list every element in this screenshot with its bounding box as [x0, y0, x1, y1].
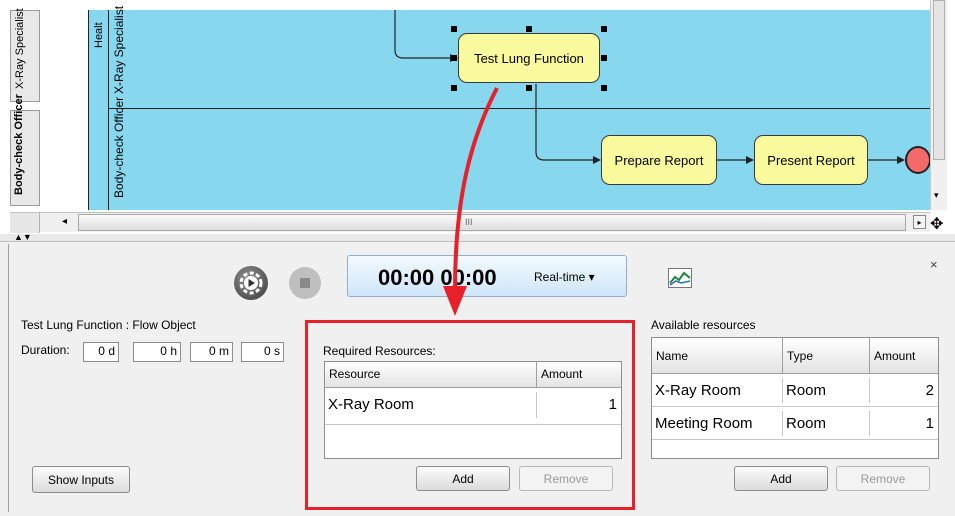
annotation-arrow-head — [443, 286, 467, 316]
annotation-arrow — [443, 87, 499, 316]
annotation-arrow-line — [453, 87, 499, 291]
